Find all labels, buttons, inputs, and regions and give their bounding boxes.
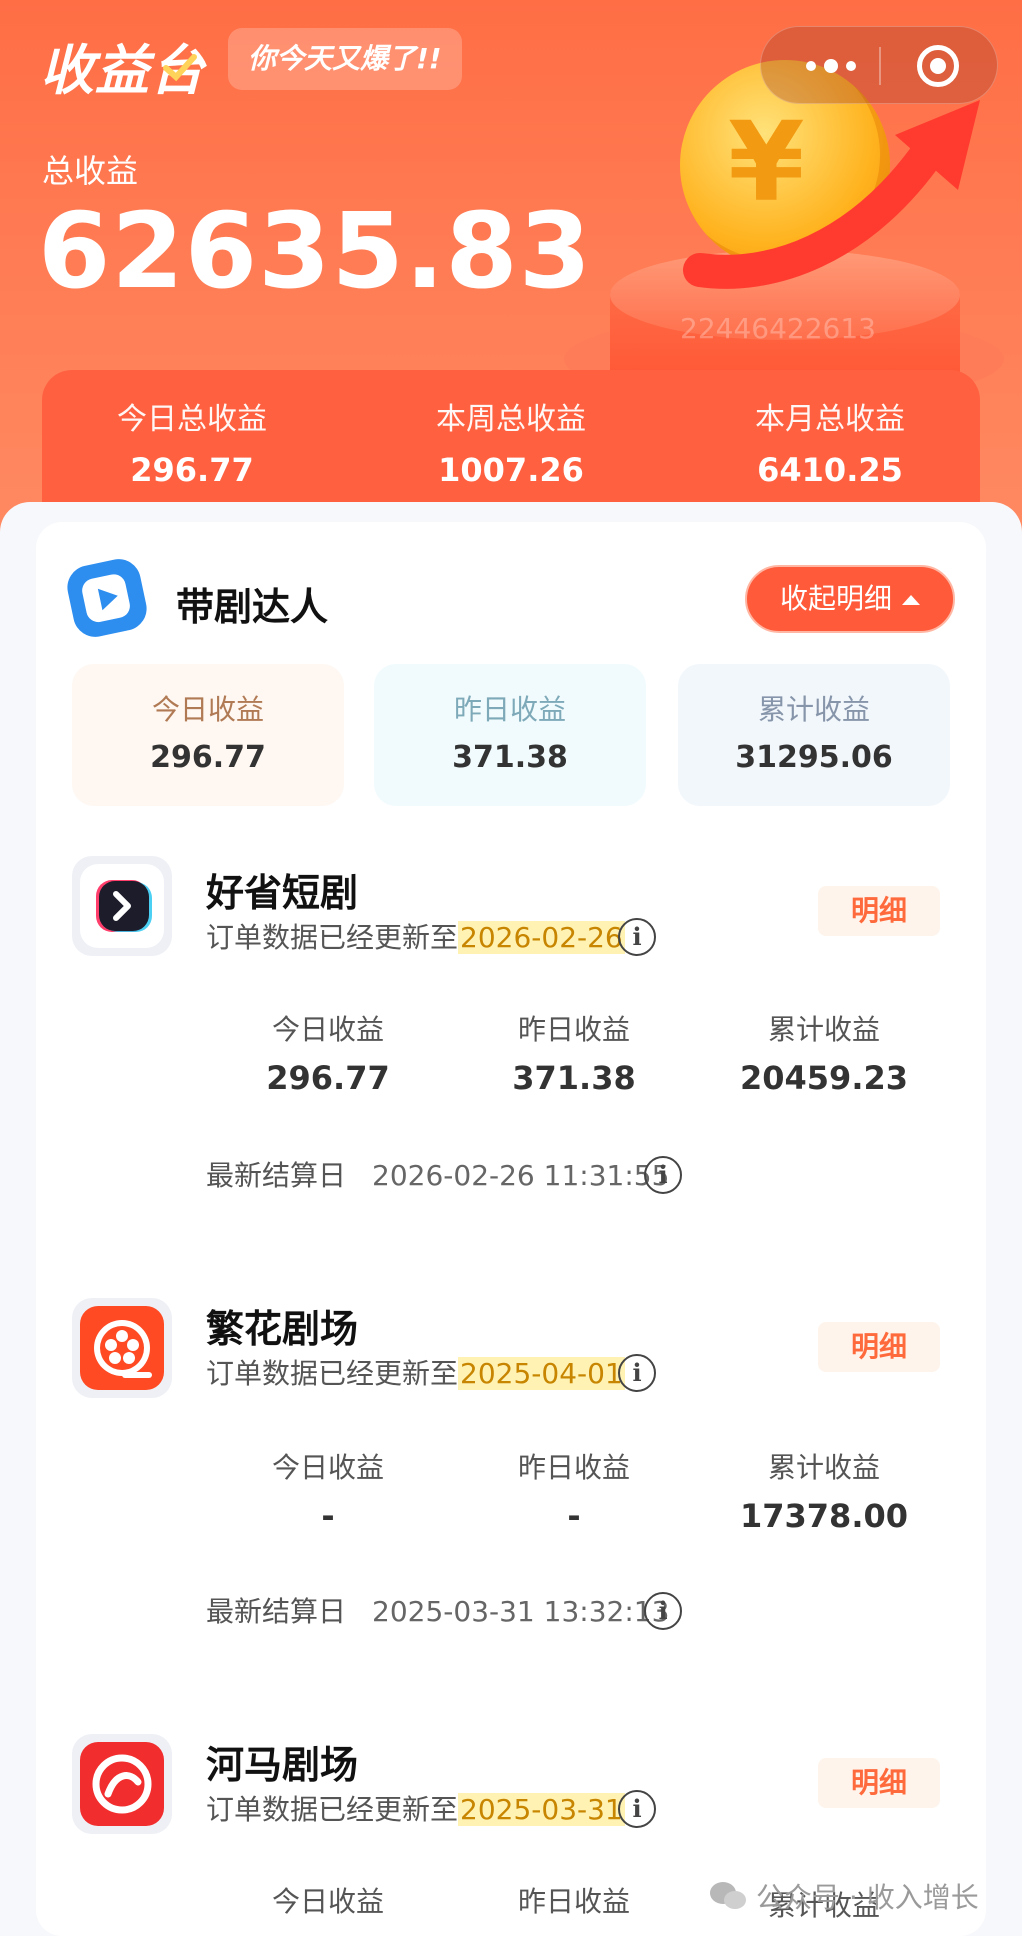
capsule-divider xyxy=(879,47,881,85)
collapse-label: 收起明细 xyxy=(779,582,892,615)
col-label: 今日收益 xyxy=(271,1885,384,1918)
detail-button[interactable]: 明细 xyxy=(818,886,940,936)
col-label: 昨日收益 xyxy=(517,1451,630,1484)
platform-name: 好省短剧 xyxy=(206,871,359,915)
detail-button[interactable]: 明细 xyxy=(818,1322,940,1372)
summary-label: 昨日收益 xyxy=(453,693,566,726)
hema-app-icon xyxy=(72,1734,172,1834)
play-icon xyxy=(97,584,121,611)
update-date: 2025-03-31 xyxy=(458,1793,625,1826)
platform-name: 繁花剧场 xyxy=(206,1307,359,1351)
total-earnings-value: 62635.83 xyxy=(38,190,593,312)
platform-name: 河马剧场 xyxy=(206,1743,359,1787)
stat-month: 本月总收益 6410.25 xyxy=(680,400,980,494)
slogan-badge: 你今天又爆了!! xyxy=(228,28,462,90)
stat-value: 1007.26 xyxy=(438,451,584,489)
stat-value: 296.77 xyxy=(130,451,254,489)
col-label: 昨日收益 xyxy=(517,1885,630,1918)
menu-dots-icon[interactable] xyxy=(795,49,867,83)
col-label: 昨日收益 xyxy=(517,1013,630,1046)
collapse-details-button[interactable]: 收起明细 xyxy=(745,565,955,633)
summary-total: 累计收益 31295.06 xyxy=(678,664,950,806)
summary-value: 31295.06 xyxy=(735,740,893,775)
detail-button[interactable]: 明细 xyxy=(818,1758,940,1808)
update-date: 2025-04-01 xyxy=(458,1357,625,1390)
film-reel-icon xyxy=(94,1320,152,1378)
update-status: 订单数据已经更新至2025-04-01 xyxy=(206,1354,625,1394)
info-icon[interactable]: i xyxy=(618,918,656,956)
update-prefix: 订单数据已经更新至 xyxy=(206,1793,459,1826)
settle-time: 2025-03-31 13:32:13 xyxy=(372,1595,670,1628)
update-date: 2026-02-26 xyxy=(458,921,625,954)
settlement-row: 最新结算日 2026-02-26 11:31:55 xyxy=(206,1156,669,1196)
col-label: 今日收益 xyxy=(271,1451,384,1484)
col-total: 累计收益 20459.23 xyxy=(704,1010,944,1100)
col-today: 今日收益 xyxy=(208,1882,448,1922)
col-yesterday: 昨日收益 xyxy=(454,1882,694,1922)
info-icon[interactable]: i xyxy=(644,1156,682,1194)
wechat-icon xyxy=(710,1882,746,1909)
col-label: 累计收益 xyxy=(767,1451,880,1484)
col-yesterday: 昨日收益 - xyxy=(454,1448,694,1538)
summary-today: 今日收益 296.77 xyxy=(72,664,344,806)
update-status: 订单数据已经更新至2026-02-26 xyxy=(206,918,625,958)
summary-label: 今日收益 xyxy=(151,693,264,726)
haosheng-app-icon xyxy=(72,856,172,956)
col-today: 今日收益 - xyxy=(208,1448,448,1538)
col-label: 今日收益 xyxy=(271,1013,384,1046)
settle-label: 最新结算日 xyxy=(206,1595,347,1628)
update-prefix: 订单数据已经更新至 xyxy=(206,1357,459,1390)
coin-illustration: 22446422613 ¥ xyxy=(560,60,1004,404)
close-target-icon[interactable] xyxy=(917,45,959,87)
section-title: 带剧达人 xyxy=(176,585,329,629)
col-value: 20459.23 xyxy=(739,1059,908,1097)
checkmark-icon xyxy=(163,54,197,82)
col-today: 今日收益 296.77 xyxy=(208,1010,448,1100)
settle-time: 2026-02-26 11:31:55 xyxy=(372,1159,670,1192)
stat-value: 6410.25 xyxy=(757,451,903,489)
summary-value: 296.77 xyxy=(150,740,266,775)
info-icon[interactable]: i xyxy=(618,1354,656,1392)
col-total: 累计收益 17378.00 xyxy=(704,1448,944,1538)
info-icon[interactable]: i xyxy=(618,1790,656,1828)
haosheng-logo-icon xyxy=(96,880,152,932)
stat-today: 今日总收益 296.77 xyxy=(42,400,342,494)
stat-label: 本月总收益 xyxy=(755,402,905,437)
total-earnings-label: 总收益 xyxy=(42,152,139,190)
watermark-text: 公众号 · 收入增长 xyxy=(756,1881,979,1914)
settlement-row: 最新结算日 2025-03-31 13:32:13 xyxy=(206,1592,669,1632)
col-value: 296.77 xyxy=(266,1059,390,1097)
info-icon[interactable]: i xyxy=(644,1592,682,1630)
update-prefix: 订单数据已经更新至 xyxy=(206,921,459,954)
summary-yesterday: 昨日收益 371.38 xyxy=(374,664,646,806)
stat-week: 本周总收益 1007.26 xyxy=(361,400,661,494)
update-status: 订单数据已经更新至2025-03-31 xyxy=(206,1790,625,1830)
rising-arrow-icon xyxy=(683,100,980,289)
col-value: 371.38 xyxy=(512,1059,636,1097)
period-stats-bar: 今日总收益 296.77 本周总收益 1007.26 本月总收益 6410.25 xyxy=(42,370,980,510)
caret-up-icon xyxy=(902,595,920,605)
col-value: - xyxy=(321,1497,335,1535)
mini-program-capsule xyxy=(760,26,998,104)
hema-logo-icon xyxy=(92,1754,152,1814)
stat-label: 本周总收益 xyxy=(436,402,586,437)
col-value: - xyxy=(567,1497,581,1535)
summary-label: 累计收益 xyxy=(757,693,870,726)
settle-label: 最新结算日 xyxy=(206,1159,347,1192)
col-label: 累计收益 xyxy=(767,1013,880,1046)
fanhua-app-icon xyxy=(72,1298,172,1398)
col-yesterday: 昨日收益 371.38 xyxy=(454,1010,694,1100)
summary-value: 371.38 xyxy=(452,740,568,775)
col-value: 17378.00 xyxy=(739,1497,908,1535)
stat-label: 今日总收益 xyxy=(117,402,267,437)
pedestal-number: 22446422613 xyxy=(680,312,876,345)
